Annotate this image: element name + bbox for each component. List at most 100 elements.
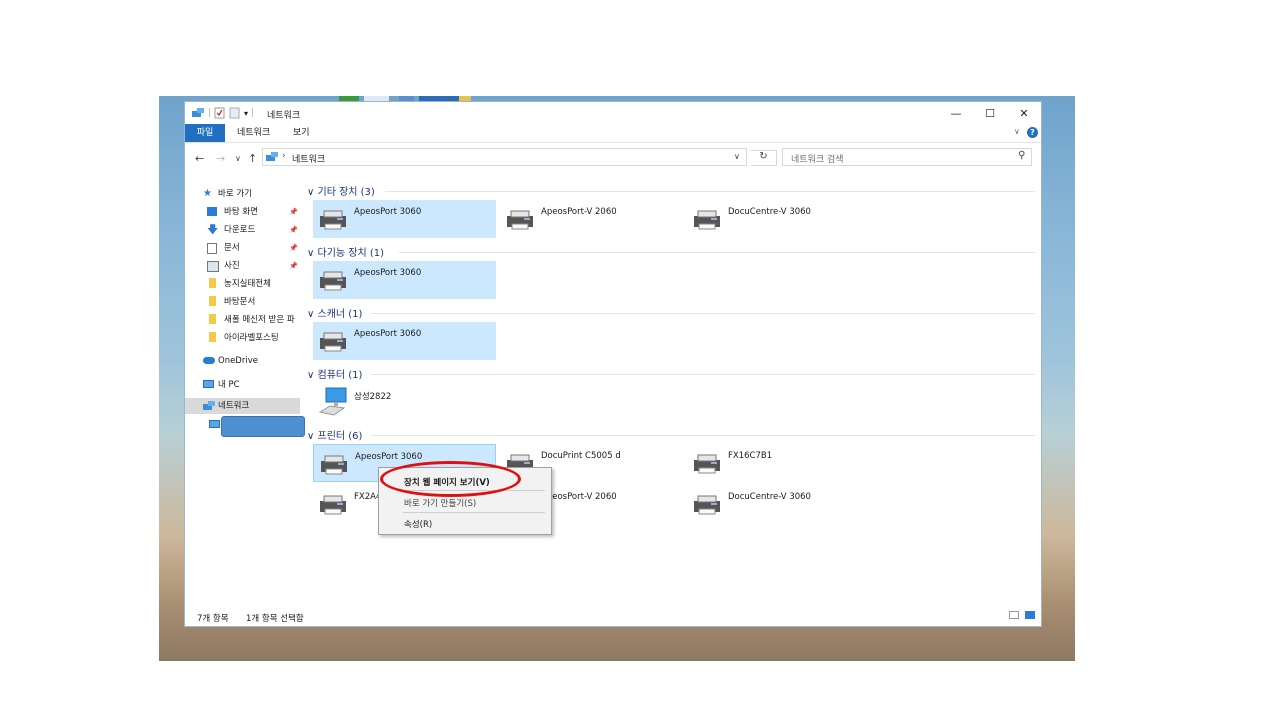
printer-icon: [507, 210, 533, 230]
forward-button[interactable]: →: [216, 152, 225, 165]
sidebar-item-desktop[interactable]: 바탕 화면 📌: [207, 204, 302, 220]
printer-icon: [694, 210, 720, 230]
pin-icon[interactable]: 📌: [289, 258, 298, 274]
sidebar-item-label: 바탕문서: [224, 297, 256, 307]
minimize-button[interactable]: —: [939, 104, 973, 122]
explorer-window: | ▾ | 네트워크 — ☐ ✕ 파일 네트워크 보기 ∨ ? ← → ∨ ↑ …: [184, 101, 1042, 627]
group-divider: [385, 191, 1035, 192]
content-pane: ∨ 기타 장치 (3) ApeosPort 3060 ApeosPort-V 2…: [303, 178, 1038, 608]
search-placeholder: 네트워크 검색: [791, 155, 844, 165]
details-view-icon[interactable]: [1009, 611, 1019, 619]
pin-icon[interactable]: 📌: [289, 204, 298, 220]
ribbon-expand-icon[interactable]: ∨: [1014, 127, 1020, 136]
device-tile[interactable]: 삼성2822: [313, 383, 496, 421]
group-header-scanner[interactable]: ∨ 스캐너 (1): [307, 305, 1035, 320]
menu-item-properties[interactable]: 속성(R): [404, 518, 432, 530]
chevron-down-icon: ∨: [307, 309, 318, 320]
sidebar-item-label: 아이라벨포스팅: [224, 333, 279, 343]
group-divider: [371, 374, 1035, 375]
device-name: ApeosPort-V 2060: [541, 492, 617, 502]
device-name: ApeosPort 3060: [354, 329, 422, 339]
device-tile[interactable]: ApeosPort 3060: [313, 261, 496, 299]
status-bar: 7개 항목 1개 항목 선택함: [185, 606, 1041, 626]
back-button[interactable]: ←: [195, 152, 204, 165]
sidebar-item-label: OneDrive: [218, 356, 258, 366]
tiles-view-icon[interactable]: [1025, 611, 1035, 619]
printer-icon: [321, 455, 347, 475]
group-label: ∨ 기타 장치 (3): [307, 187, 375, 198]
up-button[interactable]: ↑: [248, 152, 257, 165]
sidebar-item-label: 다운로드: [224, 225, 256, 235]
chevron-down-icon: ∨: [307, 431, 318, 442]
network-icon: [266, 152, 278, 161]
group-header-multifunction[interactable]: ∨ 다기능 장치 (1): [307, 244, 1035, 259]
tab-file[interactable]: 파일: [185, 124, 225, 142]
sidebar-item-documents[interactable]: 문서 📌: [207, 240, 302, 256]
sidebar-item-label: 새폴 메신저 받은 파: [224, 315, 295, 325]
window-title: 네트워크: [267, 111, 301, 121]
sidebar-item-label: 네트워크: [218, 401, 250, 411]
device-tile[interactable]: ApeosPort-V 2060: [500, 200, 683, 238]
sidebar-item-pictures[interactable]: 사진 📌: [207, 258, 302, 274]
tab-network[interactable]: 네트워크: [227, 124, 280, 142]
new-folder-icon[interactable]: [229, 107, 240, 119]
close-button[interactable]: ✕: [1007, 104, 1041, 122]
tab-view[interactable]: 보기: [283, 124, 320, 142]
menu-item-create-shortcut[interactable]: 바로 가기 만들기(S): [404, 497, 476, 509]
group-label: ∨ 다기능 장치 (1): [307, 248, 385, 259]
group-header-printer[interactable]: ∨ 프린터 (6): [307, 427, 1035, 442]
group-label: ∨ 프린터 (6): [307, 431, 363, 442]
device-name: 삼성2822: [354, 392, 392, 402]
sidebar-item-folder[interactable]: 새폴 메신저 받은 파: [207, 312, 301, 328]
device-tile[interactable]: FX16C7B1: [687, 444, 870, 482]
device-name: FX16C7B1: [728, 451, 773, 461]
maximize-button[interactable]: ☐: [973, 104, 1007, 122]
quick-access-toolbar: | ▾ |: [191, 107, 254, 119]
document-icon: [207, 243, 217, 254]
search-icon[interactable]: ⚲: [1018, 150, 1025, 161]
divider: |: [251, 108, 255, 118]
group-header-computer[interactable]: ∨ 컴퓨터 (1): [307, 366, 1035, 381]
pin-icon[interactable]: 📌: [289, 222, 298, 238]
pin-icon[interactable]: 📌: [289, 240, 298, 256]
network-icon: [203, 401, 215, 410]
breadcrumb-network[interactable]: 네트워크: [292, 152, 325, 165]
sidebar-item-quick-access[interactable]: ★ 바로 가기: [203, 186, 252, 202]
refresh-button[interactable]: ↻: [751, 150, 777, 166]
group-header-other-devices[interactable]: ∨ 기타 장치 (3): [307, 183, 1035, 198]
item-count: 7개 항목: [197, 614, 229, 624]
printer-icon: [320, 210, 346, 230]
network-icon: [192, 108, 204, 117]
sidebar-item-network[interactable]: 네트워크: [185, 398, 300, 414]
navigation-pane: ★ 바로 가기 바탕 화면 📌 🡇 다운로드 📌 문서 📌 사진 📌 농지실태전…: [185, 182, 301, 602]
device-name: ApeosPort 3060: [354, 268, 422, 278]
recent-locations-button[interactable]: ∨: [235, 154, 241, 163]
breadcrumb-chevron-icon[interactable]: ›: [282, 151, 286, 161]
ribbon-tabs: 파일 네트워크 보기 ∨ ?: [185, 124, 1041, 143]
device-tile[interactable]: DocuCentre-V 3060: [687, 485, 870, 523]
address-input[interactable]: › 네트워크 ∨: [262, 148, 747, 166]
printer-icon: [320, 271, 346, 291]
sidebar-item-label: 사진: [224, 261, 240, 271]
printer-icon: [320, 332, 346, 352]
sidebar-item-this-pc[interactable]: 내 PC: [203, 377, 240, 393]
customize-toolbar-icon[interactable]: ▾: [244, 109, 248, 118]
properties-icon[interactable]: [214, 107, 225, 119]
group-divider: [371, 313, 1035, 314]
sidebar-item-folder[interactable]: 농지실태전체: [207, 276, 271, 292]
device-tile[interactable]: ApeosPort 3060: [313, 322, 496, 360]
search-input[interactable]: 네트워크 검색 ⚲: [782, 148, 1032, 166]
sidebar-item-folder[interactable]: 바탕문서: [207, 294, 255, 310]
address-dropdown-icon[interactable]: ∨: [734, 152, 740, 161]
device-tile[interactable]: ApeosPort 3060: [313, 200, 496, 238]
device-name: ApeosPort 3060: [354, 207, 422, 217]
device-tile[interactable]: DocuCentre-V 3060: [687, 200, 870, 238]
device-name: DocuCentre-V 3060: [728, 207, 811, 217]
sidebar-item-folder[interactable]: 아이라벨포스팅: [207, 330, 279, 346]
sidebar-item-onedrive[interactable]: OneDrive: [203, 353, 258, 369]
sidebar-item-downloads[interactable]: 🡇 다운로드 📌: [207, 222, 302, 238]
computer-icon: [318, 387, 347, 416]
pc-icon: [203, 380, 214, 388]
group-label: ∨ 컴퓨터 (1): [307, 370, 363, 381]
help-icon[interactable]: ?: [1027, 127, 1038, 138]
